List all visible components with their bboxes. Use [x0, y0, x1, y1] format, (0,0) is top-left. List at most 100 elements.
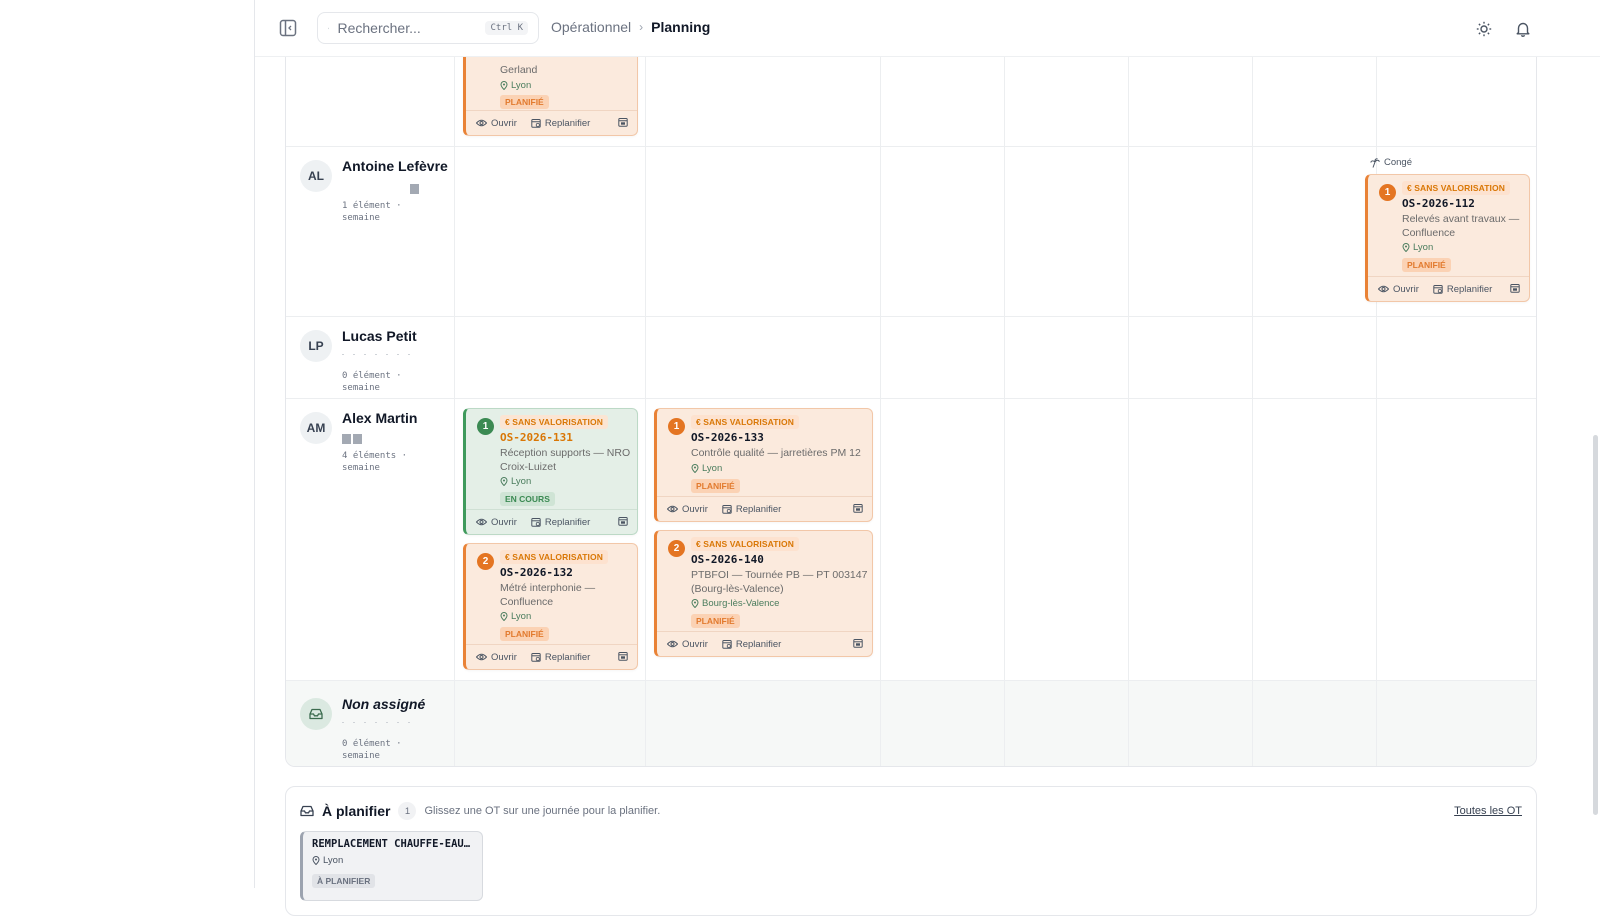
work-order-code: OS-2026-112	[1402, 197, 1475, 210]
eye-icon	[667, 505, 678, 513]
open-label: Ouvrir	[682, 504, 708, 515]
calendar-clock-icon	[531, 517, 541, 527]
to-plan-header: À planifier 1 Glissez une OT sur une jou…	[300, 802, 660, 820]
sequence-badge: 1	[668, 418, 685, 435]
reschedule-button[interactable]: Replanifier	[531, 517, 590, 528]
calendar-icon[interactable]	[618, 516, 628, 529]
map-pin-icon	[312, 856, 320, 865]
work-order-card[interactable]: 1 € SANS VALORISATION OS-2026-131 Récept…	[463, 408, 638, 535]
sun-icon	[1476, 21, 1492, 37]
open-button[interactable]: Ouvrir	[667, 639, 708, 650]
all-work-orders-link[interactable]: Toutes les OT	[1454, 805, 1522, 817]
sequence-badge: 2	[668, 540, 685, 557]
inbox-icon	[300, 805, 314, 817]
inbox-icon	[309, 708, 323, 720]
open-button[interactable]: Ouvrir	[476, 652, 517, 663]
sequence-badge: 2	[477, 553, 494, 570]
column-divider	[645, 57, 646, 767]
location-label: Lyon	[1413, 242, 1433, 253]
sequence-badge: 1	[1379, 184, 1396, 201]
workload-sparkline	[342, 716, 410, 726]
vertical-scrollbar[interactable]	[1593, 435, 1598, 815]
work-order-location: Lyon	[500, 80, 531, 91]
chevron-right-icon: ›	[639, 20, 643, 34]
work-order-description: Réception supports — NRO Croix-Luizet	[500, 447, 632, 474]
reschedule-button[interactable]: Replanifier	[531, 118, 590, 129]
open-button[interactable]: Ouvrir	[1378, 284, 1419, 295]
valuation-badge: € SANS VALORISATION	[1402, 181, 1510, 195]
item-count: 0 élément · semaine	[342, 370, 442, 394]
work-order-card[interactable]: 1 € SANS VALORISATION OS-2026-133 Contrô…	[654, 408, 873, 522]
column-divider	[1128, 57, 1129, 767]
work-order-code: OS-2026-131	[500, 431, 573, 444]
notifications-button[interactable]	[1510, 16, 1536, 42]
leave-indicator: Congé	[1370, 157, 1412, 168]
workload-sparkline	[342, 348, 410, 358]
unplanned-work-order-card[interactable]: REMPLACEMENT CHAUFFE-EAU… Lyon À PLANIFI…	[300, 831, 483, 901]
person-name: Alex Martin	[342, 410, 417, 426]
map-pin-icon	[500, 612, 508, 621]
planning-row-antoine	[286, 147, 1537, 317]
search-box[interactable]: Ctrl K	[317, 12, 539, 44]
sequence-badge: 1	[477, 418, 494, 435]
breadcrumb-item-planning: Planning	[651, 19, 710, 35]
panel-left-icon	[279, 19, 297, 37]
calendar-icon[interactable]	[853, 638, 863, 651]
work-order-title: REMPLACEMENT CHAUFFE-EAU…	[312, 838, 470, 850]
sidebar-toggle-button[interactable]	[277, 18, 299, 40]
search-shortcut-badge: Ctrl K	[485, 21, 528, 35]
valuation-badge: € SANS VALORISATION	[691, 415, 799, 429]
column-divider	[880, 57, 881, 767]
open-label: Ouvrir	[491, 118, 517, 129]
calendar-clock-icon	[722, 504, 732, 514]
work-order-code: OS-2026-133	[691, 431, 764, 444]
planning-row-lucas	[286, 317, 1537, 399]
breadcrumb-item-operationnel[interactable]: Opérationnel	[551, 19, 631, 35]
calendar-icon[interactable]	[1510, 283, 1520, 296]
work-order-location: Lyon	[500, 611, 531, 622]
reschedule-button[interactable]: Replanifier	[722, 639, 781, 650]
work-order-description: PTBFOI — Tournée PB — PT 003147 (Bourg-l…	[691, 569, 869, 596]
work-order-description: Contrôle qualité — jarretières PM 12	[691, 447, 869, 461]
breadcrumb: Opérationnel › Planning	[551, 19, 710, 35]
location-label: Lyon	[511, 476, 531, 487]
search-input[interactable]	[337, 20, 477, 36]
work-order-card[interactable]: Gerland Lyon PLANIFIÉ Ouvrir Replanifier	[463, 57, 638, 136]
eye-icon	[476, 518, 487, 526]
theme-toggle-button[interactable]	[1471, 16, 1497, 42]
reschedule-button[interactable]: Replanifier	[531, 652, 590, 663]
column-divider	[1252, 57, 1253, 767]
open-button[interactable]: Ouvrir	[476, 517, 517, 528]
calendar-icon[interactable]	[618, 117, 628, 130]
calendar-icon[interactable]	[618, 651, 628, 664]
search-icon	[328, 21, 329, 36]
calendar-clock-icon	[722, 639, 732, 649]
map-pin-icon	[691, 599, 699, 608]
open-button[interactable]: Ouvrir	[667, 504, 708, 515]
to-plan-title: À planifier	[322, 803, 390, 819]
to-plan-hint: Glissez une OT sur une journée pour la p…	[424, 805, 660, 817]
reschedule-button[interactable]: Replanifier	[722, 504, 781, 515]
work-order-card[interactable]: 1 € SANS VALORISATION OS-2026-112 Relevé…	[1365, 174, 1530, 302]
status-badge: PLANIFIÉ	[1402, 258, 1451, 272]
reschedule-button[interactable]: Replanifier	[1433, 284, 1492, 295]
location-label: Lyon	[511, 611, 531, 622]
card-actions: Ouvrir Replanifier	[1368, 276, 1529, 301]
open-button[interactable]: Ouvrir	[476, 118, 517, 129]
item-count: 0 élément · semaine	[342, 738, 442, 762]
map-pin-icon	[1402, 243, 1410, 252]
avatar	[300, 698, 332, 730]
top-bar: Ctrl K Opérationnel › Planning	[255, 0, 1600, 57]
work-order-card[interactable]: 2 € SANS VALORISATION OS-2026-140 PTBFOI…	[654, 530, 873, 657]
location-label: Lyon	[511, 80, 531, 91]
item-count: 1 élément · semaine	[342, 200, 442, 224]
valuation-badge: € SANS VALORISATION	[500, 415, 608, 429]
leave-label: Congé	[1384, 157, 1412, 168]
work-order-description: Gerland	[500, 64, 537, 78]
location-label: Lyon	[323, 855, 343, 866]
work-order-code: OS-2026-140	[691, 553, 764, 566]
work-order-card[interactable]: 2 € SANS VALORISATION OS-2026-132 Métré …	[463, 543, 638, 670]
calendar-icon[interactable]	[853, 503, 863, 516]
open-label: Ouvrir	[491, 517, 517, 528]
reschedule-label: Replanifier	[545, 652, 590, 663]
